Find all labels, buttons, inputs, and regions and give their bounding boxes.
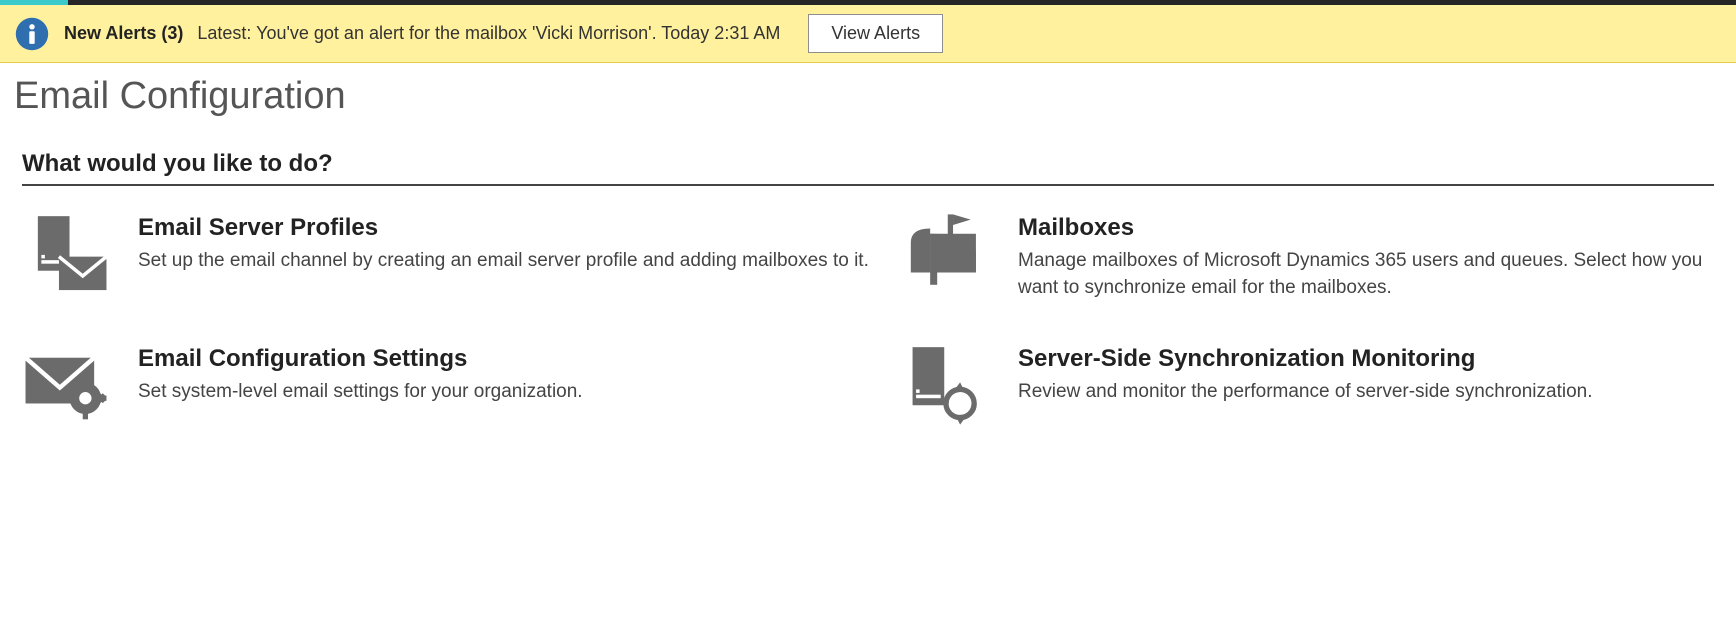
tile-email-server-profiles[interactable]: Email Server Profiles Set up the email c…	[22, 214, 872, 301]
server-envelope-icon	[22, 214, 110, 294]
tile-title: Email Configuration Settings	[138, 345, 583, 373]
mailbox-icon	[902, 214, 990, 294]
tile-title: Server-Side Synchronization Monitoring	[1018, 345, 1593, 373]
alerts-banner: New Alerts (3) Latest: You've got an ale…	[0, 5, 1736, 63]
tile-mailboxes[interactable]: Mailboxes Manage mailboxes of Microsoft …	[902, 214, 1714, 301]
view-alerts-button[interactable]: View Alerts	[808, 14, 943, 53]
tile-desc: Set system-level email settings for your…	[138, 379, 583, 406]
tile-server-side-sync[interactable]: Server-Side Synchronization Monitoring R…	[902, 345, 1714, 425]
tile-title: Email Server Profiles	[138, 214, 869, 242]
tile-desc: Manage mailboxes of Microsoft Dynamics 3…	[1018, 248, 1714, 301]
server-sync-icon	[902, 345, 990, 425]
tile-desc: Review and monitor the performance of se…	[1018, 379, 1593, 406]
tile-title: Mailboxes	[1018, 214, 1714, 242]
tile-email-config-settings[interactable]: Email Configuration Settings Set system-…	[22, 345, 872, 425]
section-heading: What would you like to do?	[22, 150, 1714, 186]
info-icon	[14, 16, 50, 52]
tile-desc: Set up the email channel by creating an …	[138, 248, 869, 275]
alerts-latest: Latest: You've got an alert for the mail…	[197, 23, 780, 44]
envelope-gear-icon	[22, 345, 110, 425]
page-title: Email Configuration	[0, 63, 1736, 140]
tile-grid: Email Server Profiles Set up the email c…	[0, 186, 1736, 425]
alerts-count: New Alerts (3)	[64, 23, 183, 44]
